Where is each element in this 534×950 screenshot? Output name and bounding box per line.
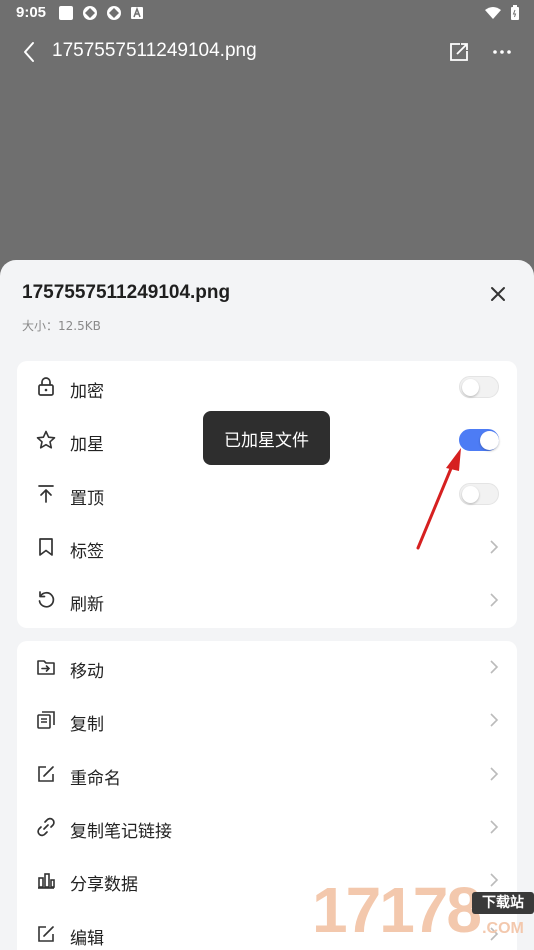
edit-icon (38, 926, 54, 942)
status-notification-icons (58, 5, 144, 21)
option-label: 重命名 (70, 769, 121, 789)
option-row-rename[interactable]: 重命名 (17, 748, 517, 801)
option-label: 复制笔记链接 (70, 822, 172, 842)
chevron-right-icon (490, 713, 499, 727)
top-bar: 1757557511249104.png (0, 28, 534, 76)
watermark-logo: 17178 下载站 .COM (312, 870, 534, 950)
refresh-icon (38, 591, 55, 608)
page-title: 1757557511249104.png (52, 40, 257, 61)
wifi-icon (485, 7, 501, 19)
star-icon (36, 430, 56, 449)
file-options-sheet: 1757557511249104.png 大小：12.5KB 加密 加星 置顶 … (0, 260, 534, 950)
copy-icon (37, 711, 55, 729)
notification-app-icon (83, 6, 97, 20)
chevron-right-icon (490, 660, 499, 674)
encrypt-toggle[interactable] (459, 376, 499, 398)
lock-icon (38, 377, 54, 396)
options-card-primary: 加密 加星 置顶 标签 刷新 (17, 361, 517, 628)
bookmark-icon (39, 538, 53, 556)
more-options-icon[interactable] (490, 40, 514, 64)
status-bar: 9:05 (0, 0, 534, 28)
link-icon (37, 817, 55, 837)
option-label: 分享数据 (70, 875, 138, 895)
bar-chart-icon (38, 873, 55, 889)
watermark-digits: 17178 (312, 874, 482, 946)
sheet-title: 1757557511249104.png (22, 282, 231, 303)
chevron-right-icon (490, 540, 499, 554)
option-row-pin[interactable]: 置顶 (17, 468, 517, 521)
option-label: 加星 (70, 435, 104, 455)
status-system-icons (484, 5, 520, 21)
rename-icon (38, 766, 54, 782)
chevron-right-icon (490, 593, 499, 607)
notification-square-icon (59, 6, 73, 20)
share-icon[interactable] (447, 40, 471, 64)
watermark-tag: 下载站 (472, 892, 534, 914)
option-row-refresh[interactable]: 刷新 (17, 574, 517, 627)
close-icon[interactable] (486, 282, 510, 306)
pin-top-icon (38, 485, 54, 503)
chevron-right-icon (490, 820, 499, 834)
option-row-encrypt[interactable]: 加密 (17, 361, 517, 414)
star-toggle[interactable] (459, 429, 499, 451)
option-label: 刷新 (70, 595, 104, 615)
option-label: 标签 (70, 542, 104, 562)
option-row-copy[interactable]: 复制 (17, 694, 517, 747)
toggle-knob (462, 486, 479, 503)
notification-app2-icon (107, 6, 121, 20)
pin-toggle[interactable] (459, 483, 499, 505)
option-label: 移动 (70, 662, 104, 682)
option-label: 加密 (70, 382, 104, 402)
chevron-right-icon (490, 767, 499, 781)
status-time: 9:05 (16, 4, 47, 21)
notification-a-icon (131, 6, 143, 19)
move-icon (37, 660, 55, 675)
option-row-tags[interactable]: 标签 (17, 521, 517, 574)
toggle-knob (462, 379, 479, 396)
option-label: 置顶 (70, 489, 104, 509)
option-label: 编辑 (70, 929, 104, 949)
toggle-knob (480, 431, 499, 450)
file-size-text: 大小：12.5KB (22, 319, 101, 333)
battery-icon (511, 5, 519, 20)
watermark-suffix: .COM (482, 920, 524, 937)
option-label: 复制 (70, 715, 104, 735)
toast-message: 已加星文件 (203, 411, 330, 465)
option-row-copy-link[interactable]: 复制笔记链接 (17, 801, 517, 854)
back-arrow-icon[interactable] (18, 40, 42, 64)
option-row-move[interactable]: 移动 (17, 641, 517, 694)
